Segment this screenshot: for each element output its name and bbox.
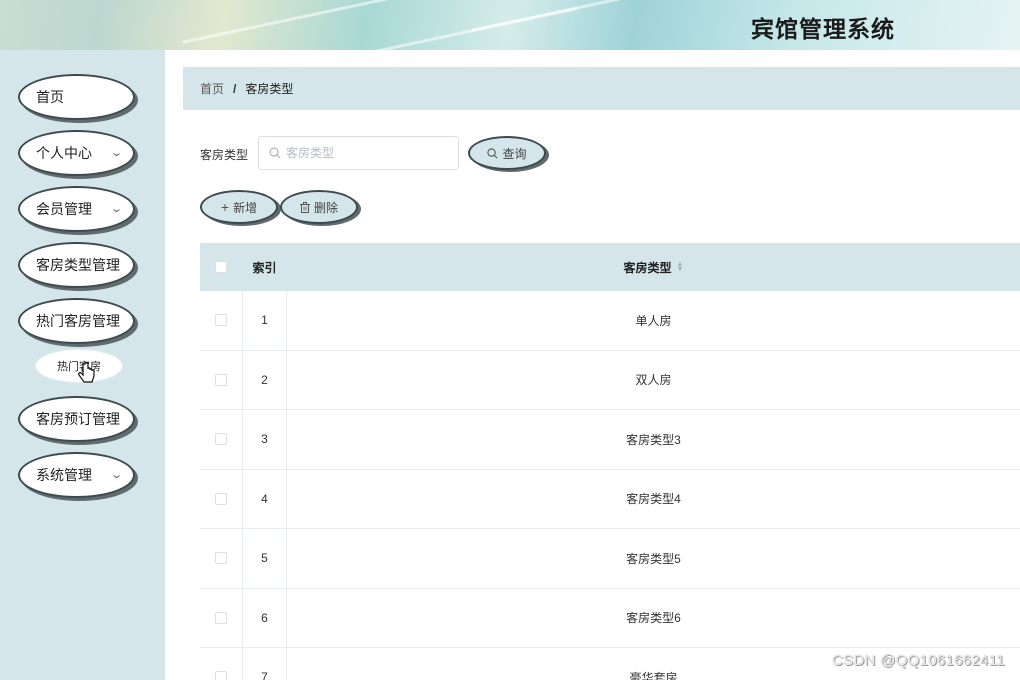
sidebar-item-label: 客房预订管理 bbox=[36, 411, 120, 427]
breadcrumb-home[interactable]: 首页 bbox=[200, 80, 224, 97]
table-row: 5 客房类型5 bbox=[200, 529, 1020, 589]
banner-decoration bbox=[182, 0, 398, 44]
row-room-type: 客房类型4 bbox=[626, 492, 681, 507]
header-room-type-label: 客房类型 bbox=[623, 260, 672, 275]
add-button-label: 新增 bbox=[233, 200, 258, 215]
row-checkbox[interactable] bbox=[215, 433, 227, 446]
chevron-down-icon: ⌄ bbox=[109, 203, 123, 215]
chevron-down-icon: ⌄ bbox=[109, 147, 123, 159]
row-checkbox[interactable] bbox=[215, 373, 227, 386]
banner-decoration bbox=[471, 0, 649, 32]
row-checkbox-cell bbox=[200, 469, 243, 528]
row-index: 5 bbox=[243, 529, 287, 588]
select-all-checkbox[interactable] bbox=[215, 261, 227, 273]
table-header: 索引 客房类型 ▲ ▼ bbox=[200, 243, 1020, 291]
add-button[interactable]: + 新增 bbox=[200, 190, 278, 224]
breadcrumb-separator: / bbox=[233, 81, 237, 96]
header-room-type[interactable]: 客房类型 ▲ ▼ bbox=[287, 243, 1020, 291]
row-room-type: 客房类型3 bbox=[626, 432, 681, 447]
row-checkbox-cell bbox=[200, 410, 243, 469]
chevron-down-icon: ⌄ bbox=[109, 469, 123, 481]
row-checkbox[interactable] bbox=[215, 314, 227, 327]
sidebar-item-room-types[interactable]: 客房类型管理 bbox=[18, 242, 135, 288]
sidebar-item-home[interactable]: 首页 bbox=[18, 74, 135, 120]
table-body: 1 单人房 2 双人房 3 客房类型3 4 客房类型4 5 客房类型5 6 客房类型6 7 豪华套房 bbox=[200, 291, 1020, 680]
row-checkbox-cell bbox=[200, 588, 243, 647]
row-checkbox-cell bbox=[200, 350, 243, 409]
sidebar-item-label: 热门客房管理 bbox=[36, 313, 120, 329]
sidebar-item-members[interactable]: 会员管理 ⌄ bbox=[18, 186, 135, 232]
sidebar-item-bookings[interactable]: 客房预订管理 bbox=[18, 396, 135, 442]
plus-icon: + bbox=[220, 199, 230, 215]
row-index: 4 bbox=[243, 469, 287, 528]
table-row: 3 客房类型3 bbox=[200, 410, 1020, 470]
row-room-type: 客房类型6 bbox=[626, 611, 681, 626]
room-type-table: 索引 客房类型 ▲ ▼ 1 单人房 2 双人房 3 客房类型3 4 客房类型4 5 客房类型5 6 客房… bbox=[200, 243, 1020, 680]
sidebar-item-label: 会员管理 bbox=[36, 201, 92, 217]
row-room-type: 单人房 bbox=[635, 313, 672, 328]
sidebar-item-hot-rooms[interactable]: 热门客房管理 bbox=[18, 298, 135, 344]
row-room-type: 双人房 bbox=[635, 373, 672, 388]
header-checkbox-cell bbox=[200, 243, 243, 291]
query-button-label: 查询 bbox=[502, 146, 527, 161]
row-room-type: 客房类型5 bbox=[626, 551, 681, 566]
sidebar-item-label: 个人中心 bbox=[36, 145, 92, 161]
app-title: 宾馆管理系统 bbox=[751, 16, 895, 42]
search-input[interactable] bbox=[258, 136, 459, 170]
row-index: 7 bbox=[243, 648, 287, 680]
row-checkbox-cell bbox=[200, 529, 243, 588]
header-banner: 宾馆管理系统 bbox=[0, 0, 1020, 50]
row-checkbox-cell bbox=[200, 291, 243, 350]
search-icon bbox=[487, 147, 498, 158]
row-index: 3 bbox=[243, 410, 287, 469]
breadcrumb: 首页 / 客房类型 bbox=[183, 67, 1020, 110]
search-icon bbox=[269, 147, 281, 159]
sidebar-item-label: 客房类型管理 bbox=[36, 257, 120, 273]
row-checkbox[interactable] bbox=[215, 611, 227, 624]
hand-cursor-icon bbox=[78, 362, 95, 383]
table-row: 1 单人房 bbox=[200, 291, 1020, 351]
row-index: 1 bbox=[243, 291, 287, 350]
delete-button[interactable]: 删除 bbox=[280, 190, 358, 224]
search-field[interactable] bbox=[286, 146, 446, 160]
row-checkbox[interactable] bbox=[215, 552, 227, 565]
table-row: 6 客房类型6 bbox=[200, 588, 1020, 648]
sidebar-item-label: 系统管理 bbox=[36, 467, 92, 483]
watermark: CSDN @QQ1061662411 bbox=[832, 652, 1005, 669]
row-index: 6 bbox=[243, 588, 287, 647]
row-checkbox[interactable] bbox=[215, 671, 227, 680]
row-index: 2 bbox=[243, 350, 287, 409]
row-checkbox-cell bbox=[200, 648, 243, 680]
query-button[interactable]: 查询 bbox=[468, 136, 546, 170]
sidebar-item-profile[interactable]: 个人中心 ⌄ bbox=[18, 130, 135, 176]
delete-button-label: 删除 bbox=[313, 200, 338, 215]
row-checkbox[interactable] bbox=[215, 492, 227, 505]
trash-icon bbox=[299, 201, 310, 213]
sort-icon[interactable]: ▲ ▼ bbox=[677, 261, 684, 273]
sidebar-item-label: 首页 bbox=[36, 89, 64, 105]
sidebar: 首页 个人中心 ⌄ 会员管理 ⌄ 客房类型管理 热门客房管理 热门客房 客房预订… bbox=[0, 50, 165, 680]
search-label: 客房类型 bbox=[200, 148, 249, 162]
table-row: 4 客房类型4 bbox=[200, 469, 1020, 529]
breadcrumb-current: 客房类型 bbox=[245, 82, 294, 96]
sidebar-item-system[interactable]: 系统管理 ⌄ bbox=[18, 452, 135, 498]
table-row: 2 双人房 bbox=[200, 350, 1020, 410]
header-index: 索引 bbox=[252, 260, 277, 275]
